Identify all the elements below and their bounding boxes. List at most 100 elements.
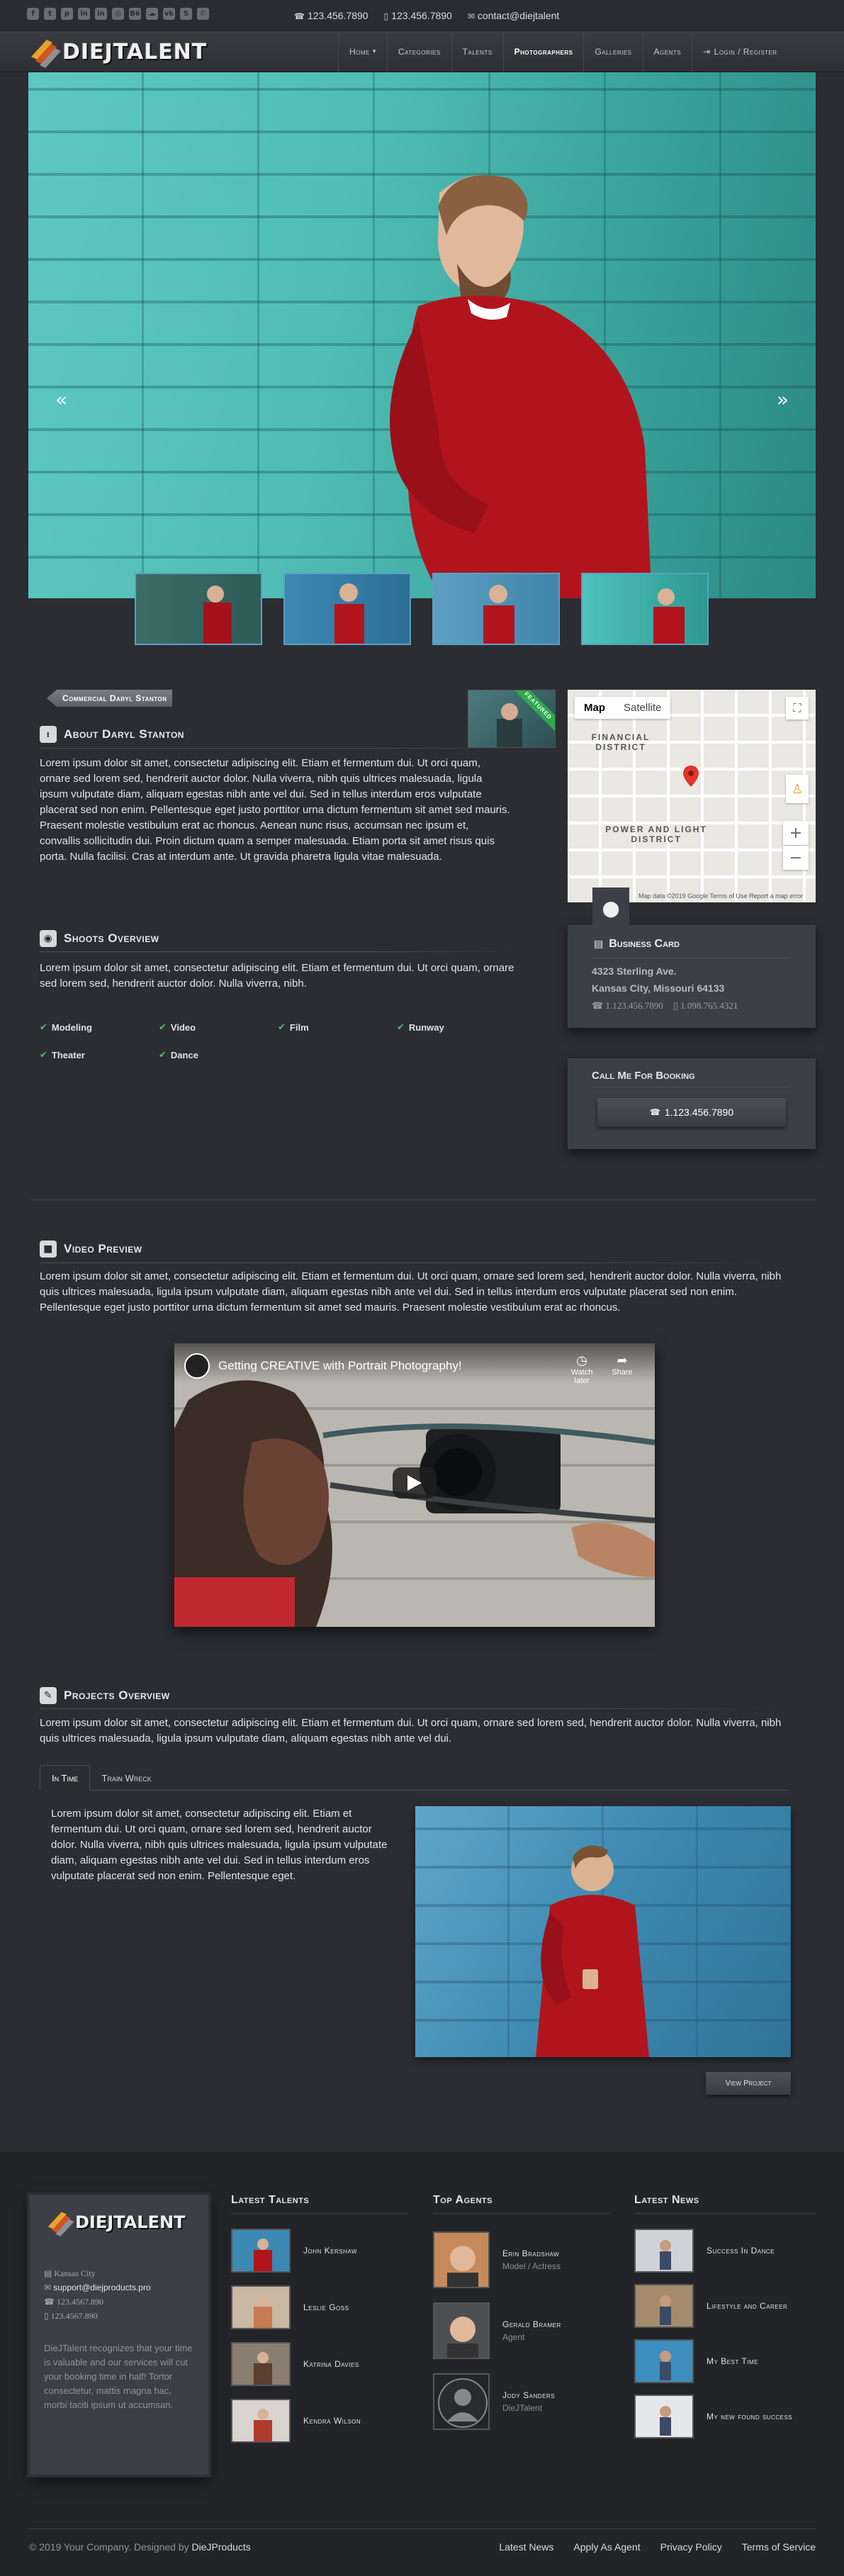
linkedin-icon[interactable]: in <box>95 8 107 20</box>
phone-icon: ☎ <box>44 2297 55 2307</box>
news-item[interactable]: Success In Dance <box>634 2229 775 2273</box>
footer-link-apply-as-agent[interactable]: Apply As Agent <box>573 2541 640 2553</box>
video-player[interactable]: Getting CREATIVE with Portrait Photograp… <box>174 1343 655 1627</box>
footer-company-card: DIEJTALENT ▤ Kansas City ✉ support@diejp… <box>30 2195 208 2475</box>
envelope-icon: ✉ <box>44 2283 52 2292</box>
footer-link-terms-of-service[interactable]: Terms of Service <box>742 2541 816 2553</box>
skype-icon[interactable]: S <box>180 8 192 20</box>
footer-link-privacy-policy[interactable]: Privacy Policy <box>660 2541 722 2553</box>
phone-icon: ☎ <box>294 11 305 21</box>
nav-item-categories[interactable]: Categories <box>386 31 451 72</box>
about-heading: i About Daryl Stanton <box>40 726 184 743</box>
news-item[interactable]: My new found success <box>634 2395 792 2438</box>
nav-item-talents[interactable]: Talents <box>451 31 503 72</box>
shoots-text: Lorem ipsum dolor sit amet, consectetur … <box>40 962 514 990</box>
talent-item[interactable]: Leslie Goss <box>231 2285 349 2329</box>
facebook-icon[interactable]: f <box>27 8 39 20</box>
watch-later-button[interactable]: ◷ Watch later <box>564 1353 600 1385</box>
project-tab-in-time[interactable]: In Time <box>40 1765 91 1791</box>
agent-item[interactable]: Gerald Bramer Agent <box>433 2302 561 2359</box>
project-tab-text: Lorem ipsum dolor sit amet, consectetur … <box>51 1808 388 1882</box>
zoom-in-button[interactable]: + <box>783 821 809 845</box>
slider-thumb-2[interactable] <box>283 573 411 645</box>
nav-item-agents[interactable]: Agents <box>642 31 692 72</box>
news-thumbnail <box>634 2395 694 2438</box>
talent-thumbnail <box>231 2399 291 2443</box>
phone-contact-1[interactable]: ☎ 123.456.7890 <box>294 10 368 21</box>
card-address-line1: 4323 Sterling Ave. <box>592 965 677 977</box>
avatar <box>433 2231 490 2288</box>
footer-logo[interactable]: DIEJTALENT <box>45 2208 185 2236</box>
slider-thumbnails <box>135 573 709 645</box>
check-icon: ✔ <box>278 1022 286 1033</box>
designer-link[interactable]: DieJProducts <box>192 2541 251 2553</box>
map-district-power-light: POWER AND LIGHT DISTRICT <box>605 824 707 844</box>
card-mobile[interactable]: ▯ 1.098.765.4321 <box>673 1000 738 1012</box>
footer-email[interactable]: ✉ support@diejproducts.pro <box>44 2280 151 2295</box>
video-title[interactable]: Getting CREATIVE with Portrait Photograp… <box>218 1359 462 1373</box>
clock-icon: ◷ <box>576 1353 587 1368</box>
nav-item-home[interactable]: Home ▾ <box>338 31 387 72</box>
location-map[interactable]: Map Satellite FINANCIAL DISTRICT POWER A… <box>568 690 816 902</box>
project-tab-train-wreck[interactable]: Train Wreck <box>90 1765 162 1791</box>
news-item[interactable]: My Best Time <box>634 2339 758 2383</box>
category-badge[interactable]: Commercial Daryl Stanton <box>47 690 173 707</box>
talent-item[interactable]: John Kershaw <box>231 2229 357 2273</box>
footer-link-latest-news[interactable]: Latest News <box>499 2541 553 2553</box>
id-card-icon: ▤ <box>44 2268 52 2278</box>
slider-thumb-4[interactable] <box>581 573 709 645</box>
call-booking-button[interactable]: ☎ 1.123.456.7890 <box>597 1098 786 1126</box>
latest-talents-heading: Latest Talents <box>231 2194 310 2206</box>
talent-item[interactable]: Katrina Davies <box>231 2342 359 2386</box>
card-phone[interactable]: ☎ 1.123.456.7890 <box>592 1000 663 1012</box>
talent-item[interactable]: Kendra Wilson <box>231 2399 361 2443</box>
feature-item: ✔ Dance <box>159 1050 198 1060</box>
pinterest-icon[interactable]: p <box>61 8 73 20</box>
nav-item-photographers[interactable]: Photographers <box>502 31 584 79</box>
dribbble-icon[interactable]: ◎ <box>112 8 124 20</box>
twitter-icon[interactable]: t <box>44 8 56 20</box>
vk-icon[interactable]: vk <box>163 8 175 20</box>
behance-icon[interactable]: Bē <box>129 8 141 20</box>
agent-item[interactable]: Erin Bradshaw Model / Actress <box>433 2231 561 2288</box>
map-pin-icon[interactable] <box>683 766 699 787</box>
share-icon: ➦ <box>617 1353 628 1368</box>
footer-phone-1[interactable]: ☎ 123.4567.890 <box>44 2295 151 2309</box>
feature-item: ✔ Video <box>159 1022 196 1033</box>
logo-mark-icon <box>47 2212 74 2236</box>
slider-next-arrow[interactable]: » <box>777 388 789 411</box>
camera-icon: ◉ <box>40 930 57 947</box>
map-tab-satellite[interactable]: Satellite <box>614 697 670 719</box>
mobile-icon: ▯ <box>383 11 389 21</box>
channel-avatar[interactable] <box>184 1353 210 1379</box>
flickr-icon[interactable]: ☁ <box>146 8 158 20</box>
play-button[interactable] <box>393 1467 437 1499</box>
map-credits: Map data ©2019 Google Terms of Use Repor… <box>638 892 804 900</box>
email-contact[interactable]: ✉ contact@diejtalent <box>468 10 559 21</box>
check-icon: ✔ <box>40 1022 47 1033</box>
instagram-icon[interactable]: in <box>78 8 90 20</box>
zoom-out-button[interactable]: − <box>783 846 809 870</box>
slider-thumb-3[interactable] <box>432 573 560 645</box>
avatar <box>433 2373 490 2430</box>
about-text: Lorem ipsum dolor sit amet, consectetur … <box>40 757 510 863</box>
whatsapp-icon[interactable]: ✆ <box>197 8 209 20</box>
street-view-icon[interactable]: ♙ <box>786 775 809 803</box>
projects-text: Lorem ipsum dolor sit amet, consectetur … <box>40 1717 782 1745</box>
projects-heading: ✎ Projects Overview <box>40 1687 170 1704</box>
slider-prev-arrow[interactable]: « <box>55 388 67 411</box>
agent-item[interactable]: Jody Sanders DieJTalent <box>433 2373 555 2430</box>
share-button[interactable]: ➦ Share <box>608 1353 636 1377</box>
login-icon: ⇥ <box>703 47 711 57</box>
phone-contact-2[interactable]: ▯ 123.456.7890 <box>384 10 452 21</box>
site-logo[interactable]: DIEJTALENT <box>28 35 207 68</box>
map-tab-map[interactable]: Map <box>575 697 614 719</box>
footer-phone-2[interactable]: ▯ 123.4567.890 <box>44 2309 151 2323</box>
nav-item-galleries[interactable]: Galleries <box>583 31 642 72</box>
slider-thumb-1[interactable] <box>135 573 262 645</box>
view-project-button[interactable]: View Project <box>706 2072 791 2095</box>
fullscreen-icon[interactable]: ⛶ <box>786 697 809 719</box>
nav-item-login-register[interactable]: ⇥ Login / Register <box>692 31 787 72</box>
news-item[interactable]: Lifestyle and Career <box>634 2284 787 2328</box>
talent-thumbnail <box>231 2342 291 2386</box>
